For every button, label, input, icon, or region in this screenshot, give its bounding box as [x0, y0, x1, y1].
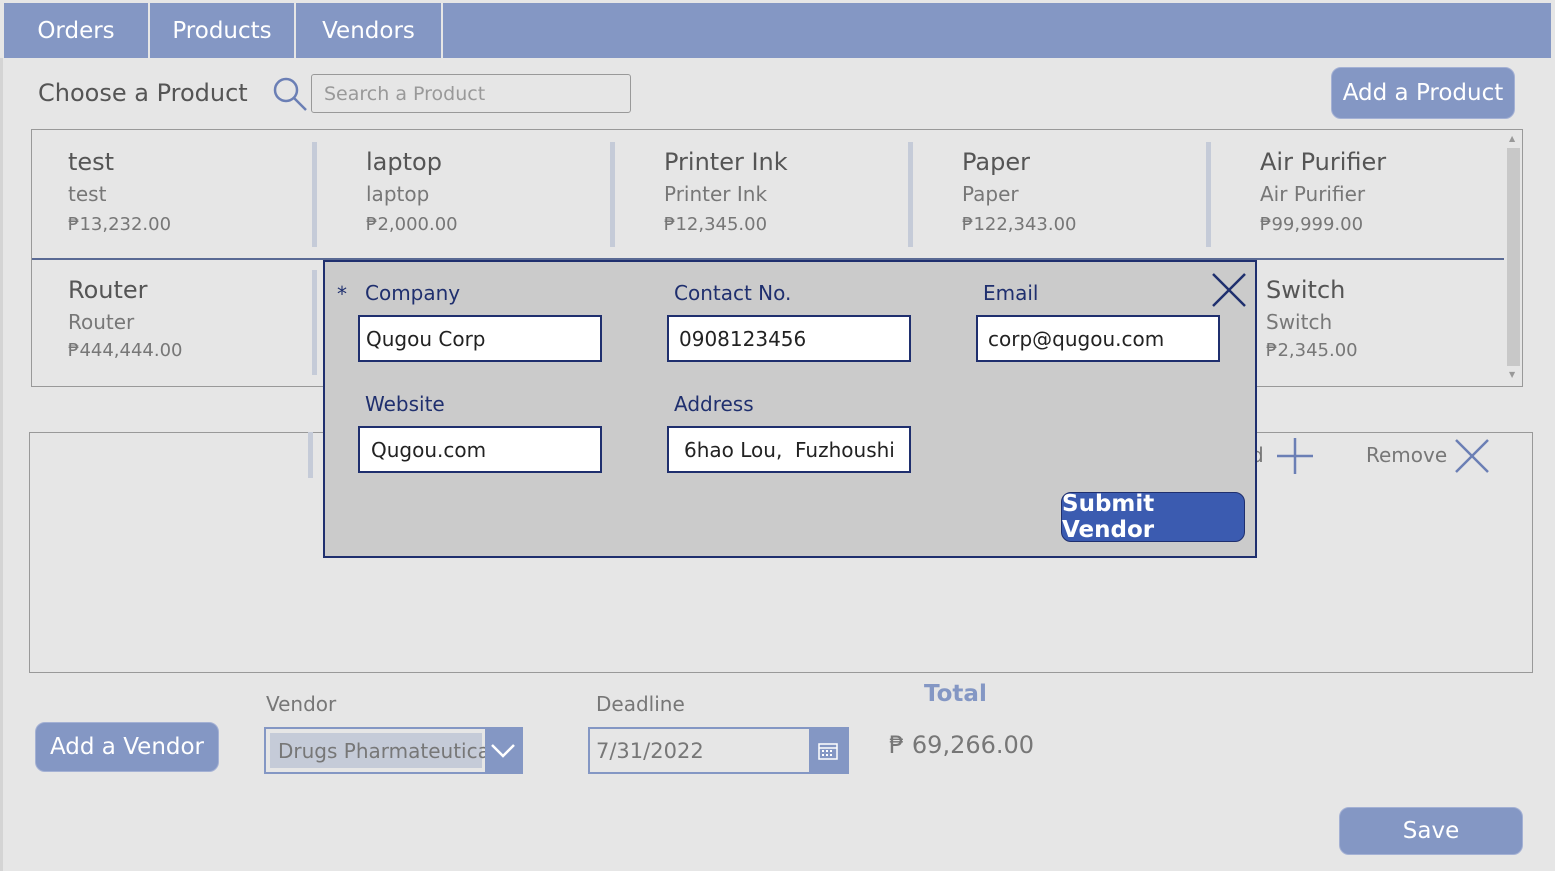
product-name: Air Purifier [1260, 148, 1387, 176]
product-price: ₱2,345.00 [1266, 340, 1358, 361]
product-price: ₱12,345.00 [664, 214, 768, 235]
product-name: Switch [1266, 276, 1346, 304]
card-divider [1206, 142, 1211, 247]
product-price: ₱99,999.00 [1260, 214, 1364, 235]
product-description: Printer Ink [664, 182, 768, 206]
product-card[interactable]: laptop laptop ₱2,000.00 [330, 130, 610, 258]
remove-label: Remove [1366, 443, 1448, 467]
product-price: ₱122,343.00 [962, 214, 1077, 235]
chevron-down-icon[interactable] [485, 729, 521, 772]
deadline-value[interactable]: 7/31/2022 [596, 729, 704, 772]
cart-divider [308, 432, 313, 478]
tab-orders[interactable]: Orders [4, 3, 150, 58]
gallery-scrollbar[interactable]: ▲ ▼ [1504, 130, 1522, 386]
product-card[interactable]: Router Router ₱444,444.00 [32, 260, 312, 386]
search-icon[interactable] [272, 76, 308, 112]
tab-products[interactable]: Products [150, 3, 296, 58]
vendor-selected-value[interactable]: Drugs Pharmateutical [270, 733, 495, 768]
add-product-button[interactable]: Add a Product [1331, 67, 1515, 119]
choose-product-label: Choose a Product [38, 79, 248, 107]
contact-label: Contact No. [674, 281, 792, 305]
add-vendor-button[interactable]: Add a Vendor [35, 722, 219, 772]
product-description: Router [68, 310, 135, 334]
vendor-label: Vendor [266, 692, 337, 716]
product-price: ₱444,444.00 [68, 340, 183, 361]
submit-vendor-button[interactable]: Submit Vendor [1061, 491, 1245, 543]
add-vendor-modal: * Company Qugou Corp Contact No. 0908123… [323, 260, 1257, 558]
contact-field[interactable]: 0908123456 [667, 315, 911, 362]
close-icon[interactable] [1210, 271, 1248, 309]
address-field[interactable]: 6hao Lou, Fuzhoushi [667, 426, 911, 473]
scroll-down-arrow-icon[interactable]: ▼ [1509, 370, 1515, 379]
card-divider [312, 142, 317, 247]
product-card[interactable]: Printer Ink Printer Ink ₱12,345.00 [628, 130, 908, 258]
plus-icon[interactable] [1276, 437, 1314, 475]
card-divider [312, 270, 317, 375]
product-name: Paper [962, 148, 1030, 176]
product-card[interactable]: Paper Paper ₱122,343.00 [926, 130, 1206, 258]
scroll-up-arrow-icon[interactable]: ▲ [1509, 134, 1515, 143]
product-name: laptop [366, 148, 442, 176]
address-label: Address [674, 392, 754, 416]
calendar-icon[interactable] [809, 729, 847, 772]
product-price: ₱13,232.00 [68, 214, 172, 235]
product-description: Switch [1266, 310, 1333, 334]
company-label: Company [365, 281, 461, 305]
left-edge-divider [0, 58, 3, 871]
tab-vendors[interactable]: Vendors [296, 3, 443, 58]
search-product-input[interactable] [311, 74, 631, 113]
product-description: test [68, 182, 107, 206]
deadline-label: Deadline [596, 692, 685, 716]
card-divider [908, 142, 913, 247]
product-price: ₱2,000.00 [366, 214, 458, 235]
required-marker: * [337, 282, 347, 306]
deadline-date-picker[interactable]: 7/31/2022 [588, 727, 849, 774]
vendor-dropdown[interactable]: Drugs Pharmateutical [264, 727, 523, 774]
product-description: laptop [366, 182, 430, 206]
product-card[interactable]: Air Purifier Air Purifier ₱99,999.00 [1224, 130, 1504, 258]
email-label: Email [983, 281, 1039, 305]
top-nav: Orders Products Vendors [4, 3, 1551, 58]
product-card[interactable]: Switch Switch ₱2,345.00 [1230, 260, 1500, 386]
product-name: Printer Ink [664, 148, 788, 176]
product-name: Router [68, 276, 148, 304]
company-field[interactable]: Qugou Corp [358, 315, 602, 362]
product-card[interactable]: test test ₱13,232.00 [32, 130, 312, 258]
product-description: Air Purifier [1260, 182, 1366, 206]
remove-icon[interactable] [1453, 437, 1491, 475]
card-divider [610, 142, 615, 247]
website-label: Website [365, 392, 445, 416]
product-description: Paper [962, 182, 1019, 206]
product-name: test [68, 148, 115, 176]
total-value: ₱ 69,266.00 [889, 731, 1035, 759]
website-field[interactable]: Qugou.com [358, 426, 602, 473]
email-field[interactable]: corp@qugou.com [976, 315, 1220, 362]
total-label: Total [924, 681, 987, 707]
scroll-thumb[interactable] [1507, 148, 1520, 366]
save-button[interactable]: Save [1339, 807, 1523, 855]
